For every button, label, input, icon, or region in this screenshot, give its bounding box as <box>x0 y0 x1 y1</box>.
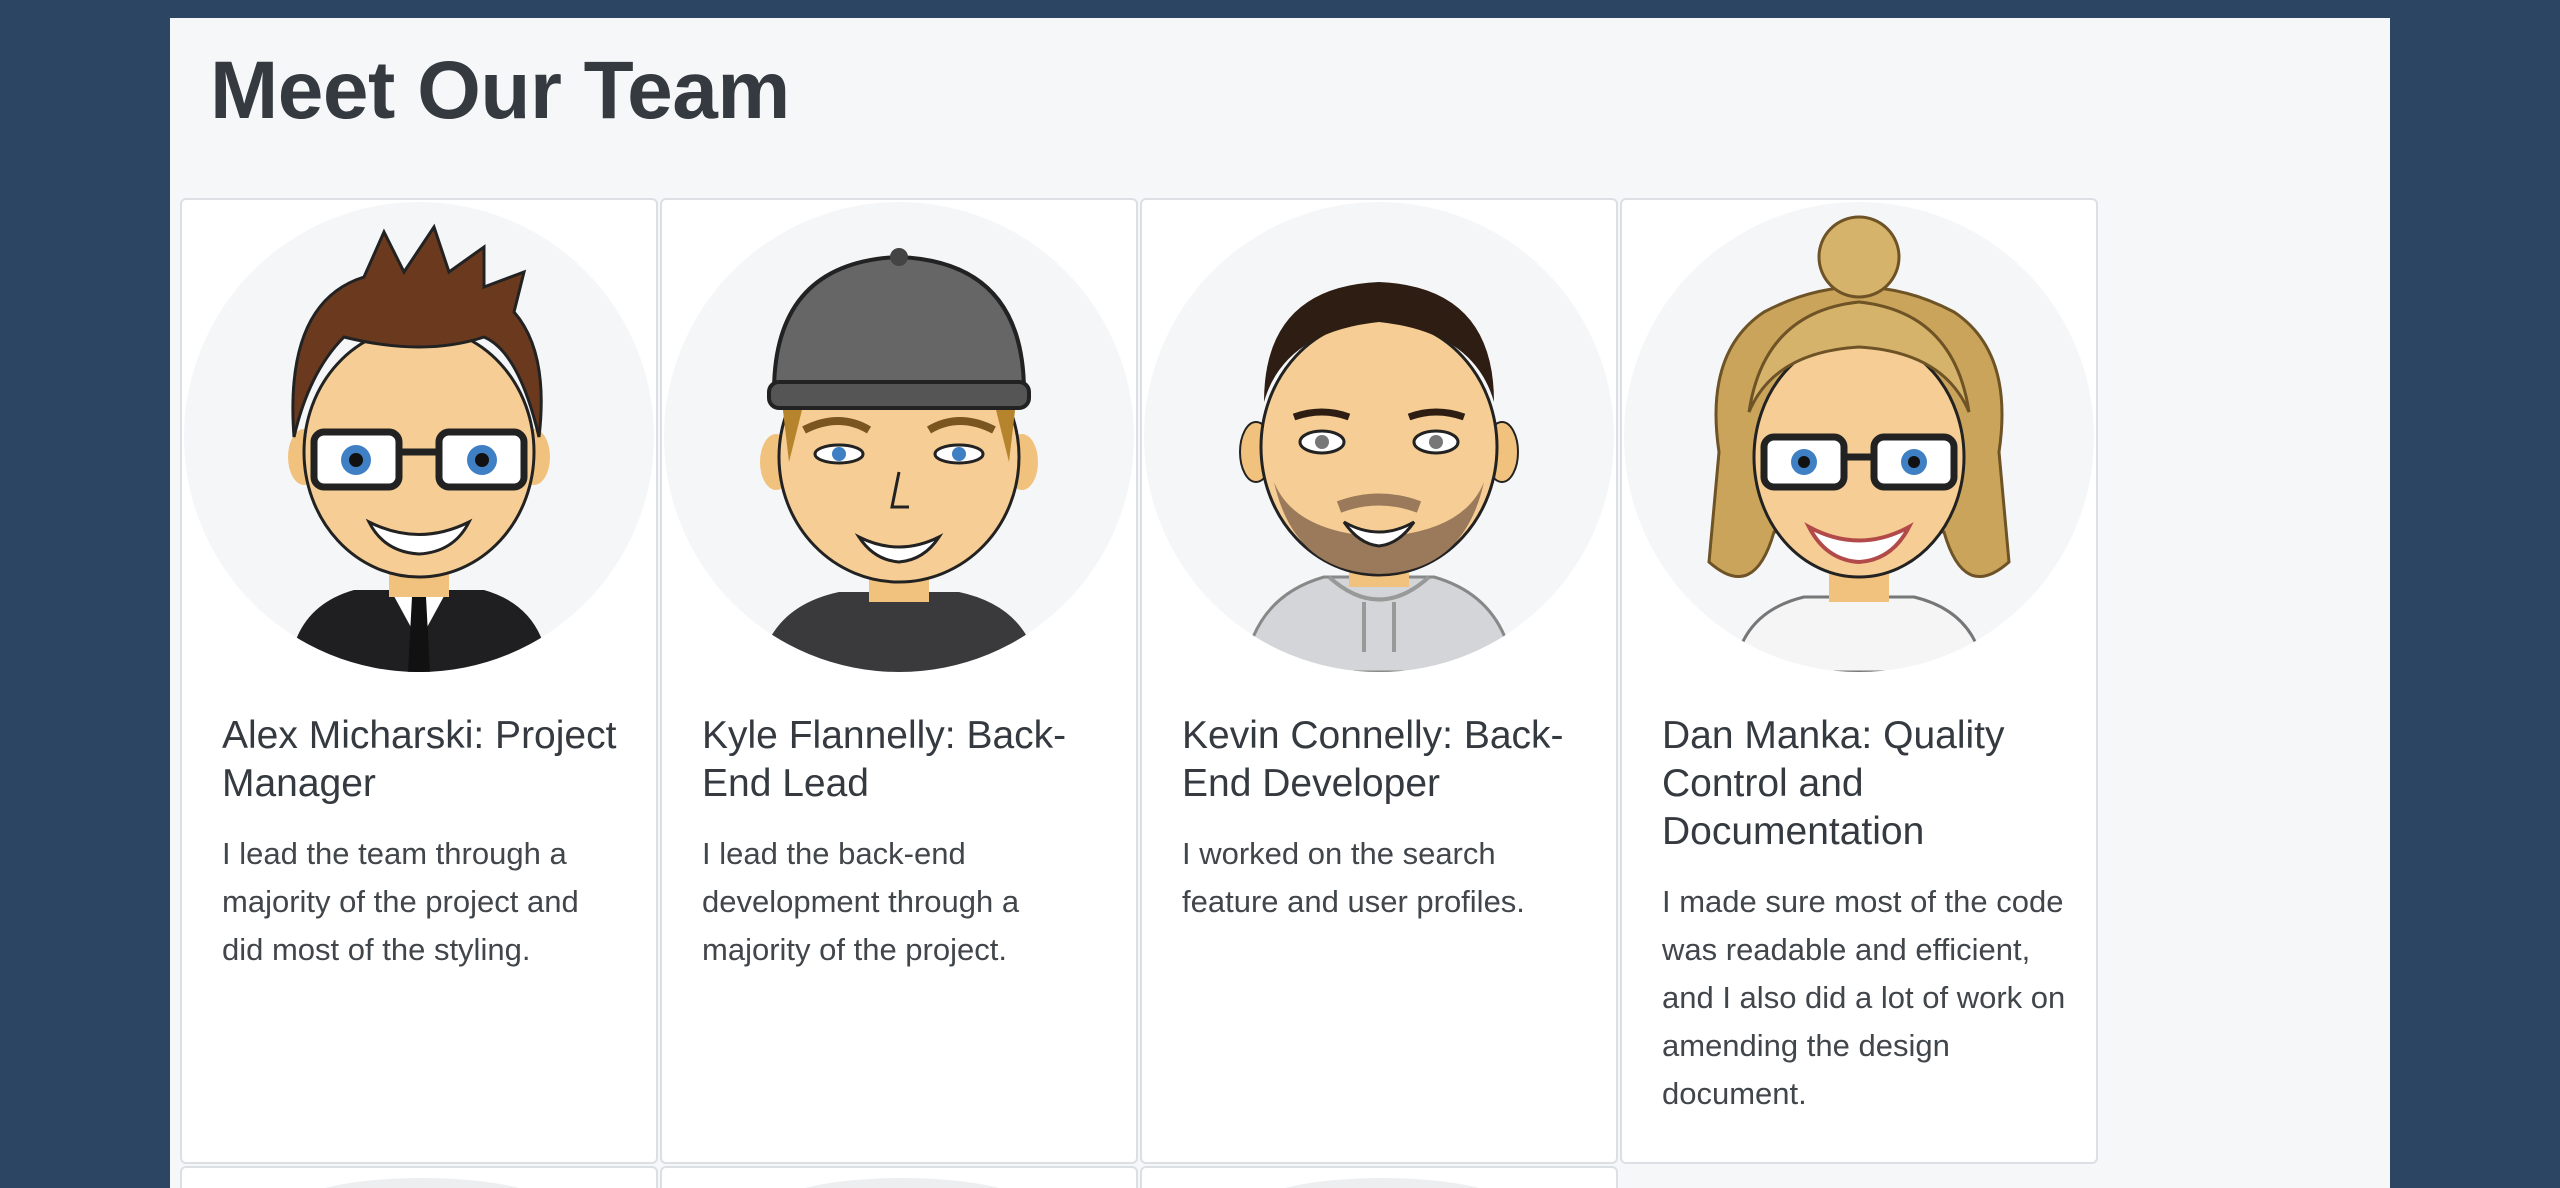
card-title: Alex Micharski: Project Manager <box>222 714 617 805</box>
team-card: Dan Manka: Quality Control and Documenta… <box>1620 198 2098 1164</box>
bitmoji-woman-bun-glasses-icon <box>1624 202 2094 672</box>
team-card: Kyle Flannelly: Back-End Lead I lead the… <box>660 198 1138 1164</box>
team-card <box>660 1166 1138 1188</box>
bitmoji-man-cap-icon <box>664 202 1134 672</box>
team-card <box>180 1166 658 1188</box>
card-text: I worked on the search feature and user … <box>1182 836 1525 919</box>
card-title: Kevin Connelly: Back-End Developer <box>1182 714 1564 805</box>
bitmoji-man-suit-glasses-icon <box>184 202 654 672</box>
card-title: Dan Manka: Quality Control and Documenta… <box>1662 714 2005 853</box>
card-text: I lead the back-end development through … <box>702 836 1020 967</box>
page-title: Meet Our Team <box>210 45 790 136</box>
bitmoji-man-beard-hoodie-icon <box>1144 202 1614 672</box>
card-text: I lead the team through a majority of th… <box>222 836 579 967</box>
team-card: Kevin Connelly: Back-End Developer I wor… <box>1140 198 1618 1164</box>
card-text: I made sure most of the code was readabl… <box>1662 884 2066 1111</box>
team-page: Meet Our Team Alex Micharski: Project Ma… <box>170 18 2390 1188</box>
card-title: Kyle Flannelly: Back-End Lead <box>702 714 1067 805</box>
team-card <box>1140 1166 1618 1188</box>
team-card: Alex Micharski: Project Manager I lead t… <box>180 198 658 1164</box>
